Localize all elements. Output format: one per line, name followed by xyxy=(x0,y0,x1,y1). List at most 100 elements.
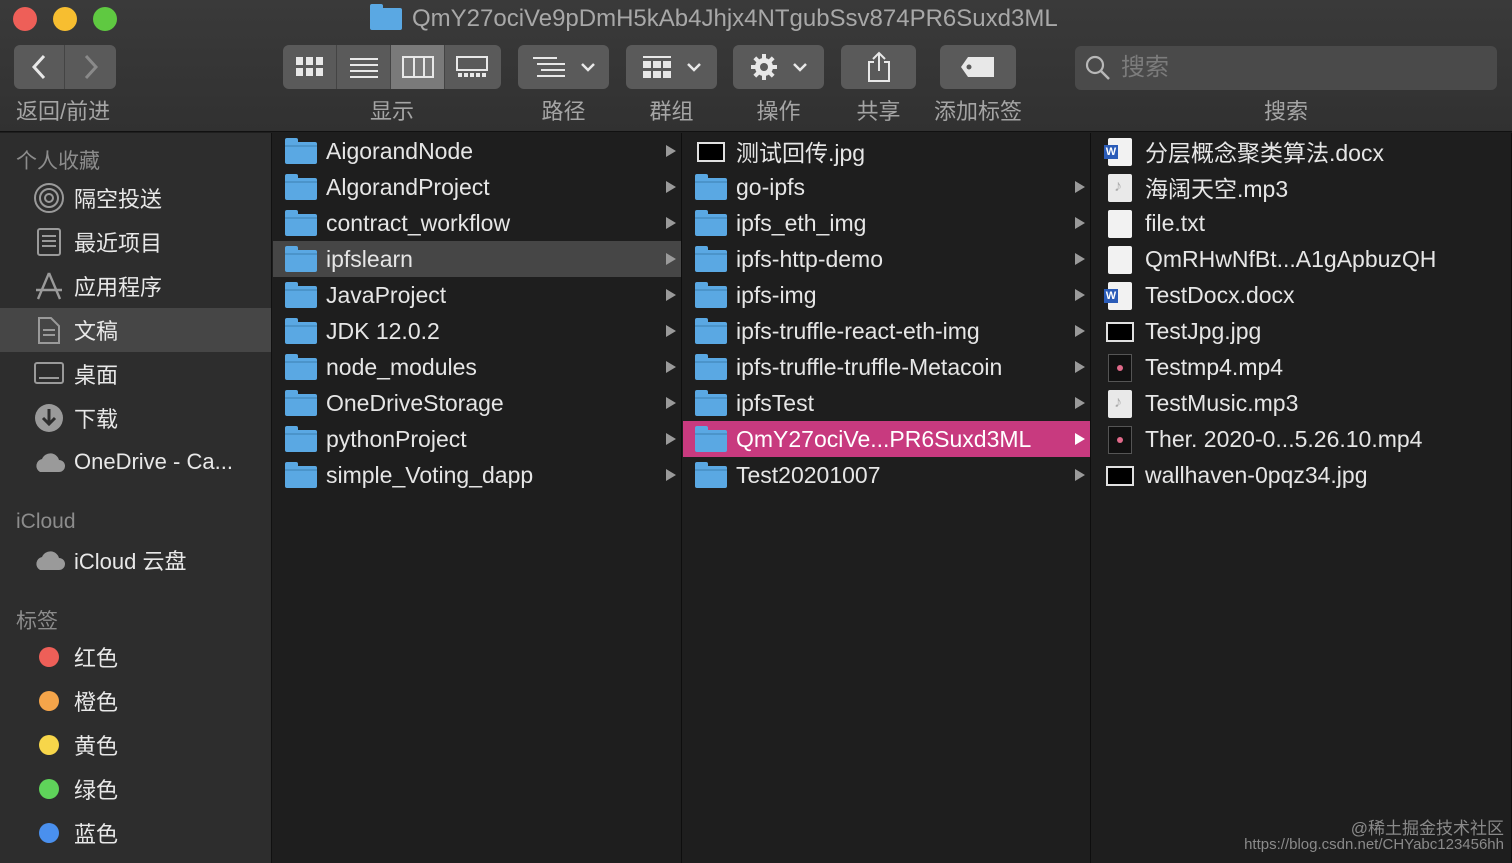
forward-button[interactable] xyxy=(65,45,116,89)
sidebar-tag-orange[interactable]: 橙色 xyxy=(0,679,271,723)
red-tag-dot-icon xyxy=(39,647,59,667)
video-file-icon xyxy=(1104,426,1136,454)
folder-row[interactable]: contract_workflow xyxy=(273,205,681,241)
folder-row[interactable]: JDK 12.0.2 xyxy=(273,313,681,349)
sidebar-item-downloads[interactable]: 下载 xyxy=(0,396,271,440)
columns-icon xyxy=(401,56,434,78)
chevron-left-icon xyxy=(31,54,46,80)
folder-icon xyxy=(285,174,317,200)
file-row[interactable]: TestJpg.jpg xyxy=(1092,313,1511,349)
file-row[interactable]: wallhaven-0pqz34.jpg xyxy=(1092,457,1511,493)
gallery-view-button[interactable] xyxy=(445,45,499,89)
folder-row[interactable]: node_modules xyxy=(273,349,681,385)
sidebar-item-desktop[interactable]: 桌面 xyxy=(0,352,271,396)
sidebar-item-applications[interactable]: 应用程序 xyxy=(0,264,271,308)
folder-row[interactable]: ipfs-img xyxy=(683,277,1090,313)
file-row[interactable]: Testmp4.mp4 xyxy=(1092,349,1511,385)
search-label: 搜索 xyxy=(1263,99,1308,124)
folder-row[interactable]: QmY27ociVe...PR6Suxd3ML xyxy=(683,421,1090,457)
disclosure-arrow-icon xyxy=(1075,469,1085,481)
folder-row[interactable]: simple_Voting_dapp xyxy=(273,457,681,493)
sidebar-tag-green[interactable]: 绿色 xyxy=(0,767,271,811)
sidebar-item-label: 最近项目 xyxy=(74,231,163,256)
file-row[interactable]: 分层概念聚类算法.docx xyxy=(1092,133,1511,169)
share-label: 共享 xyxy=(856,99,901,124)
sidebar-tag-yellow[interactable]: 黄色 xyxy=(0,723,271,767)
icon-view-button[interactable] xyxy=(283,45,337,89)
folder-row[interactable]: ipfslearn xyxy=(273,241,681,277)
folder-row[interactable]: pythonProject xyxy=(273,421,681,457)
item-name: TestDocx.docx xyxy=(1145,281,1295,308)
file-row[interactable]: TestDocx.docx xyxy=(1092,277,1511,313)
favorites-heading: 个人收藏 xyxy=(16,150,100,173)
group-button[interactable] xyxy=(626,45,717,89)
close-window-button[interactable] xyxy=(13,7,37,31)
folder-row[interactable]: ipfs-http-demo xyxy=(683,241,1090,277)
action-label: 操作 xyxy=(756,99,801,124)
item-name: ipfs-truffle-react-eth-img xyxy=(736,317,980,344)
folder-row[interactable]: Test20201007 xyxy=(683,457,1090,493)
folder-row[interactable]: ipfs-truffle-truffle-Metacoin xyxy=(683,349,1090,385)
image-file-icon xyxy=(1104,462,1136,488)
search-field[interactable] xyxy=(1075,46,1497,90)
sidebar-item-label: 下载 xyxy=(74,407,119,432)
folder-icon xyxy=(285,282,317,308)
folder-icon xyxy=(695,354,727,380)
minimize-window-button[interactable] xyxy=(53,7,77,31)
folder-row[interactable]: ipfsTest xyxy=(683,385,1090,421)
disclosure-arrow-icon xyxy=(1075,325,1085,337)
add-tag-button[interactable] xyxy=(940,45,1016,89)
sidebar-item-onedrive[interactable]: OneDrive - Ca... xyxy=(0,440,271,484)
folder-row[interactable]: AigorandNode xyxy=(273,133,681,169)
tag-icon xyxy=(961,57,994,77)
folder-row[interactable]: AlgorandProject xyxy=(273,169,681,205)
back-forward-control xyxy=(14,45,116,89)
green-tag-dot-icon xyxy=(39,779,59,799)
action-button[interactable] xyxy=(733,45,824,89)
sidebar-item-label: 蓝色 xyxy=(74,822,119,847)
path-label: 路径 xyxy=(541,99,586,124)
sidebar-tag-blue[interactable]: 蓝色 xyxy=(0,811,271,855)
view-label: 显示 xyxy=(369,99,414,124)
list-icon xyxy=(349,58,378,78)
disclosure-arrow-icon xyxy=(1075,289,1085,301)
file-row[interactable]: QmRHwNfBt...A1gApbuzQH xyxy=(1092,241,1511,277)
sidebar-item-label: 黄色 xyxy=(74,734,119,759)
word-document-icon xyxy=(1104,282,1136,310)
item-name: Ther. 2020-0...5.26.10.mp4 xyxy=(1145,425,1423,452)
sidebar-item-recents[interactable]: 最近项目 xyxy=(0,220,271,264)
file-row[interactable]: 海阔天空.mp3 xyxy=(1092,169,1511,205)
path-button[interactable] xyxy=(518,45,609,89)
folder-row[interactable]: ipfs-truffle-react-eth-img xyxy=(683,313,1090,349)
disclosure-arrow-icon xyxy=(666,145,676,157)
file-row[interactable]: Ther. 2020-0...5.26.10.mp4 xyxy=(1092,421,1511,457)
sidebar-tag-red[interactable]: 红色 xyxy=(0,635,271,679)
search-input[interactable] xyxy=(1121,54,1481,82)
watermark-url: https://blog.csdn.net/CHYabc123456hh xyxy=(1244,836,1504,853)
item-name: AigorandNode xyxy=(326,137,474,164)
folder-icon xyxy=(695,246,727,272)
sidebar-item-airdrop[interactable]: 隔空投送 xyxy=(0,176,271,220)
sidebar-item-documents[interactable]: 文稿 xyxy=(0,308,271,352)
search-icon xyxy=(1085,55,1110,80)
column-view-button[interactable] xyxy=(391,45,445,89)
folder-icon xyxy=(695,426,727,452)
zoom-window-button[interactable] xyxy=(93,7,117,31)
file-row[interactable]: file.txt xyxy=(1092,205,1511,241)
path-icon xyxy=(532,57,565,77)
sidebar-item-icloud-drive[interactable]: iCloud 云盘 xyxy=(0,538,271,582)
share-button[interactable] xyxy=(841,45,916,89)
item-name: AlgorandProject xyxy=(326,173,490,200)
folder-row[interactable]: ipfs_eth_img xyxy=(683,205,1090,241)
item-name: ipfslearn xyxy=(326,245,413,272)
folder-row[interactable]: OneDriveStorage xyxy=(273,385,681,421)
item-name: node_modules xyxy=(326,353,477,380)
folder-row[interactable]: go-ipfs xyxy=(683,169,1090,205)
tags-heading: 标签 xyxy=(16,610,58,633)
file-row[interactable]: TestMusic.mp3 xyxy=(1092,385,1511,421)
file-row[interactable]: 测试回传.jpg xyxy=(683,133,1090,169)
item-name: JavaProject xyxy=(326,281,447,308)
list-view-button[interactable] xyxy=(337,45,391,89)
back-button[interactable] xyxy=(14,45,65,89)
folder-row[interactable]: JavaProject xyxy=(273,277,681,313)
